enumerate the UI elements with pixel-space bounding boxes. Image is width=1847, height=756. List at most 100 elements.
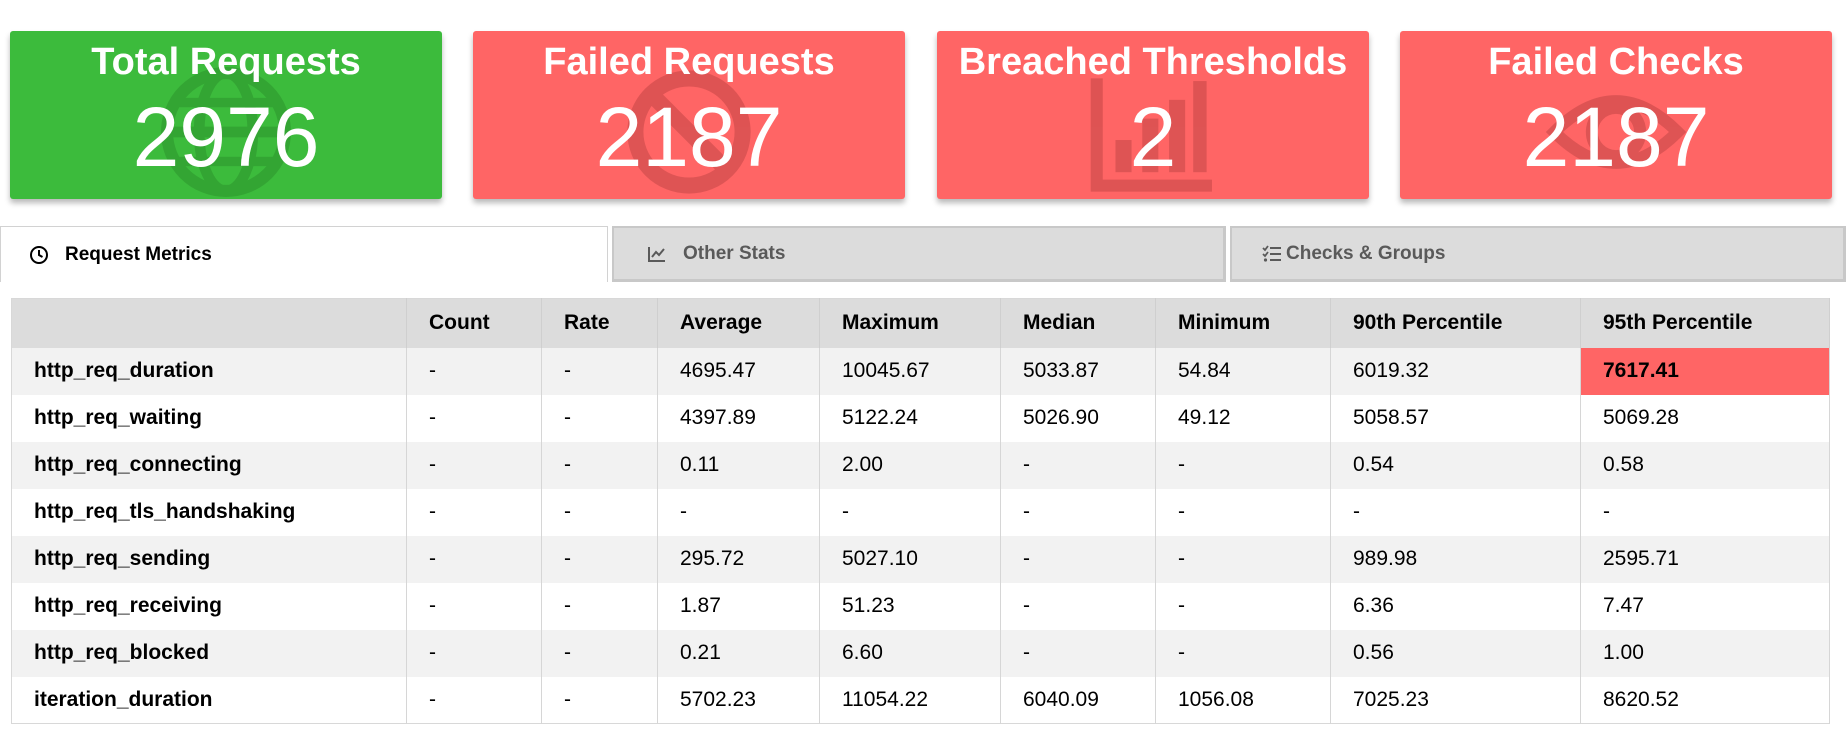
metric-name: http_req_duration (11, 347, 407, 395)
metric-value: - (541, 629, 658, 677)
column-header-p90: 90th Percentile (1330, 298, 1581, 348)
metric-value: 6.36 (1330, 582, 1581, 630)
column-header-maximum: Maximum (819, 298, 1001, 348)
column-header-average: Average (657, 298, 820, 348)
tab-checks-groups[interactable]: Checks & Groups (1230, 226, 1846, 282)
card-title: Total Requests (91, 41, 361, 83)
breached-thresholds-card: Breached Thresholds 2 (937, 31, 1369, 199)
metric-value: - (1000, 441, 1156, 489)
metric-value: - (1580, 488, 1830, 536)
metric-value: - (541, 535, 658, 583)
metric-value: 5033.87 (1000, 347, 1156, 395)
column-header-median: Median (1000, 298, 1156, 348)
metric-value: - (406, 629, 542, 677)
table-header-row: Count Rate Average Maximum Median Minimu… (11, 298, 1830, 348)
column-header-p95: 95th Percentile (1580, 298, 1830, 348)
metric-value: - (406, 676, 542, 724)
tab-label: Checks & Groups (1286, 242, 1446, 264)
metric-value: 5069.28 (1580, 394, 1830, 442)
metric-value: - (541, 582, 658, 630)
metric-name: http_req_tls_handshaking (11, 488, 407, 536)
metric-value: - (541, 347, 658, 395)
metric-value: 0.58 (1580, 441, 1830, 489)
metric-value: 8620.52 (1580, 676, 1830, 724)
metric-value: - (406, 535, 542, 583)
metric-value: 0.54 (1330, 441, 1581, 489)
metric-value: 295.72 (657, 535, 820, 583)
metric-value: 1056.08 (1155, 676, 1331, 724)
metric-value: 49.12 (1155, 394, 1331, 442)
table-row: http_req_waiting - -4397.89 5122.24 5026.90 4… (11, 394, 1830, 442)
metric-value: - (1000, 488, 1156, 536)
metric-value: - (541, 394, 658, 442)
metric-value: 0.11 (657, 441, 820, 489)
tab-other-stats[interactable]: Other Stats (612, 226, 1226, 282)
metric-value: - (1155, 488, 1331, 536)
metric-value: - (1155, 441, 1331, 489)
tab-request-metrics[interactable]: Request Metrics (0, 226, 608, 282)
metric-value: - (1155, 582, 1331, 630)
table-row: http_req_duration - -4695.47 10045.67 5033.8… (11, 347, 1830, 395)
metric-value: 5027.10 (819, 535, 1001, 583)
metric-value: 54.84 (1155, 347, 1331, 395)
table-row: http_req_blocked - -0.21 6.60- -0.56 1.00 (11, 629, 1830, 677)
table-body: http_req_duration - -4695.47 10045.67 5033.8… (11, 347, 1830, 724)
clock-icon (29, 245, 49, 265)
metric-value: - (1000, 629, 1156, 677)
request-metrics-table: Count Rate Average Maximum Median Minimu… (11, 298, 1830, 724)
column-header-metric (11, 298, 407, 348)
failed-checks-card: Failed Checks 2187 (1400, 31, 1832, 199)
metric-name: http_req_blocked (11, 629, 407, 677)
column-header-rate: Rate (541, 298, 658, 348)
metric-name: http_req_receiving (11, 582, 407, 630)
metric-value: 5122.24 (819, 394, 1001, 442)
total-requests-card: Total Requests 2976 (10, 31, 442, 199)
metric-name: http_req_waiting (11, 394, 407, 442)
line-chart-icon (647, 244, 667, 264)
metric-value: 51.23 (819, 582, 1001, 630)
metric-value: 5026.90 (1000, 394, 1156, 442)
tab-label: Other Stats (683, 242, 786, 264)
metric-value: - (541, 488, 658, 536)
table-row: http_req_connecting - -0.11 2.00- -0.54 0.58 (11, 441, 1830, 489)
table-row: http_req_tls_handshaking - - - - - - - - (11, 488, 1830, 536)
metric-value: 7.47 (1580, 582, 1830, 630)
metric-value: - (657, 488, 820, 536)
tab-bar: Request Metrics Other Stats Checks & Gro… (0, 226, 1847, 284)
metric-value: - (406, 488, 542, 536)
metric-value: 7025.23 (1330, 676, 1581, 724)
metric-value: - (1000, 582, 1156, 630)
metric-value: 5058.57 (1330, 394, 1581, 442)
table-row: iteration_duration - -5702.23 11054.22 6040.… (11, 676, 1830, 724)
metric-value: 10045.67 (819, 347, 1001, 395)
checklist-icon (1262, 244, 1282, 264)
request-metrics-panel: Count Rate Average Maximum Median Minimu… (11, 298, 1830, 724)
column-header-minimum: Minimum (1155, 298, 1331, 348)
metric-value: 1.00 (1580, 629, 1830, 677)
metric-value-breached: 7617.41 (1580, 347, 1830, 395)
metric-value: - (1155, 535, 1331, 583)
metric-value: 2595.71 (1580, 535, 1830, 583)
metric-value: - (1155, 629, 1331, 677)
metric-value: - (406, 441, 542, 489)
table-row: http_req_receiving - -1.87 51.23- -6.36 7.47 (11, 582, 1830, 630)
metric-value: - (541, 676, 658, 724)
metric-value: 0.56 (1330, 629, 1581, 677)
metric-value: 6040.09 (1000, 676, 1156, 724)
metric-value: - (819, 488, 1001, 536)
table-row: http_req_sending - -295.72 5027.10- -989.98 2… (11, 535, 1830, 583)
metric-value: 5702.23 (657, 676, 820, 724)
card-value: 2 (1129, 90, 1177, 184)
report-page: Total Requests 2976 Failed Requests 2187 (0, 0, 1847, 756)
metric-value: 989.98 (1330, 535, 1581, 583)
metric-value: 1.87 (657, 582, 820, 630)
metric-name: http_req_sending (11, 535, 407, 583)
metric-value: - (406, 582, 542, 630)
tab-label: Request Metrics (65, 243, 212, 265)
metric-value: - (406, 394, 542, 442)
metric-value: 6.60 (819, 629, 1001, 677)
metric-value: 11054.22 (819, 676, 1001, 724)
card-value: 2187 (595, 90, 783, 184)
failed-requests-card: Failed Requests 2187 (473, 31, 905, 199)
metric-name: http_req_connecting (11, 441, 407, 489)
